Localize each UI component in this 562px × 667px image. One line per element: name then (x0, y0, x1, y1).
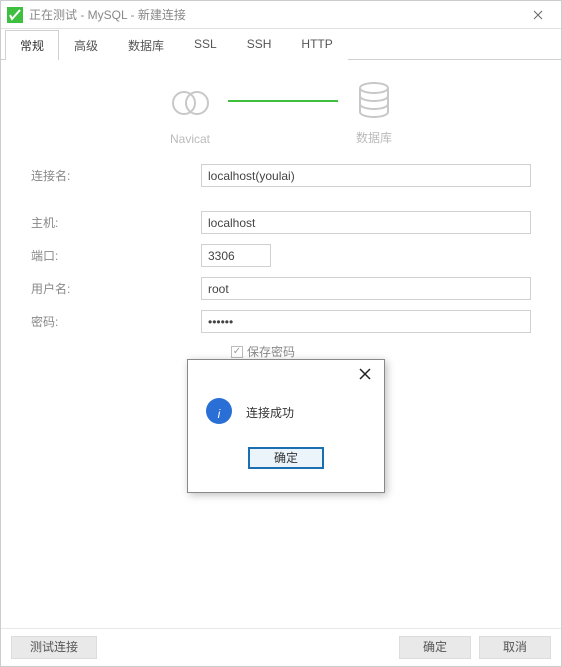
tab-http[interactable]: HTTP (286, 30, 347, 60)
tab-ssh[interactable]: SSH (232, 30, 287, 60)
titlebar: 正在测试 - MySQL - 新建连接 (1, 1, 561, 29)
port-input[interactable] (201, 244, 271, 267)
dialog-ok-button[interactable]: 确定 (248, 447, 324, 469)
pass-label: 密码: (31, 313, 201, 330)
pass-input[interactable] (201, 310, 531, 333)
user-label: 用户名: (31, 280, 201, 297)
conn-name-input[interactable] (201, 164, 531, 187)
tab-general[interactable]: 常规 (5, 30, 59, 60)
window-title: 正在测试 - MySQL - 新建连接 (29, 6, 523, 23)
ok-button[interactable]: 确定 (399, 636, 471, 659)
tabs: 常规 高级 数据库 SSL SSH HTTP (1, 29, 561, 60)
tab-ssl[interactable]: SSL (179, 30, 232, 60)
tab-database[interactable]: 数据库 (113, 30, 179, 60)
save-pass-checkbox[interactable]: ✓ (231, 346, 243, 358)
dialog-close-button[interactable] (354, 364, 376, 384)
database-icon (357, 82, 391, 123)
app-icon (7, 7, 23, 23)
conn-name-label: 连接名: (31, 167, 201, 184)
host-label: 主机: (31, 214, 201, 231)
footer: 测试连接 确定 取消 (1, 628, 561, 666)
port-label: 端口: (31, 247, 201, 264)
navicat-label: Navicat (170, 132, 210, 146)
info-icon: i (204, 396, 234, 429)
save-pass-label: 保存密码 (247, 343, 295, 360)
navicat-icon (170, 83, 210, 126)
host-input[interactable] (201, 211, 531, 234)
database-label: 数据库 (356, 129, 392, 146)
dialog-message: 连接成功 (246, 404, 294, 421)
test-connection-button[interactable]: 测试连接 (11, 636, 97, 659)
message-dialog: i 连接成功 确定 (187, 359, 385, 493)
user-input[interactable] (201, 277, 531, 300)
cancel-button[interactable]: 取消 (479, 636, 551, 659)
window-close-button[interactable] (523, 4, 553, 26)
svg-text:i: i (218, 407, 221, 421)
connection-line (228, 100, 338, 102)
form: 连接名: 主机: 端口: 用户名: 密码: ✓ 保存密码 (1, 156, 561, 368)
tab-advanced[interactable]: 高级 (59, 30, 113, 60)
connection-graphic: Navicat 数据库 (1, 60, 561, 156)
